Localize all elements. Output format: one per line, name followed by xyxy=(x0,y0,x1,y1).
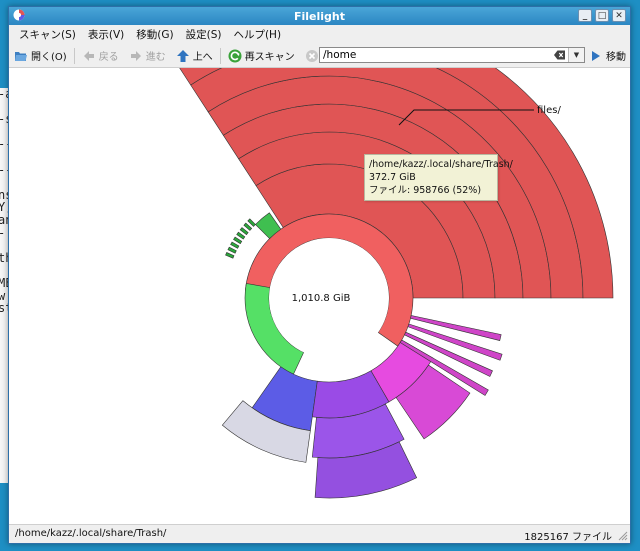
status-path: /home/kazz/.local/share/Trash/ xyxy=(15,528,167,539)
chevron-down-icon[interactable]: ▼ xyxy=(568,48,584,62)
maximize-button[interactable]: □ xyxy=(595,9,609,22)
magenta-spike-4[interactable] xyxy=(410,315,502,341)
green-fringe[interactable] xyxy=(247,218,256,227)
go-button[interactable]: 移動 xyxy=(589,48,626,63)
tooltip-path: /home/kazz/.local/share/Trash/ xyxy=(369,159,513,170)
menu-help[interactable]: ヘルプ(H) xyxy=(227,27,287,42)
go-arrow-icon xyxy=(592,50,600,61)
stop-icon xyxy=(305,49,318,62)
tooltip-size: 372.7 GiB xyxy=(369,172,416,183)
filelight-window: Filelight _ □ ✕ スキャン(S) 表示(V) 移動(G) 設定(S… xyxy=(8,6,631,544)
back-button[interactable]: 戻る xyxy=(77,46,124,66)
green-fringe[interactable] xyxy=(236,231,246,240)
status-file-count: 1825167 ファイル xyxy=(524,532,612,543)
green-fringe[interactable] xyxy=(239,227,249,236)
up-label: 上へ xyxy=(192,52,213,63)
arrow-left-icon xyxy=(83,50,94,61)
location-combobox[interactable]: ▼ xyxy=(319,47,585,63)
filelight-radial-map[interactable]: 1,010.8 GiB files/ xyxy=(9,68,630,526)
map-center-label: 1,010.8 GiB xyxy=(292,293,351,304)
green-fringe[interactable] xyxy=(243,222,253,231)
arrow-up-icon xyxy=(176,49,189,62)
clear-text-icon[interactable] xyxy=(554,50,565,60)
menu-scan[interactable]: スキャン(S) xyxy=(13,27,82,42)
menu-view[interactable]: 表示(V) xyxy=(82,27,130,42)
status-bar: /home/kazz/.local/share/Trash/ 1825167 フ… xyxy=(9,524,630,543)
toolbar-separator xyxy=(219,47,221,64)
location-input[interactable] xyxy=(320,48,553,62)
green-fringe[interactable] xyxy=(233,236,243,245)
toolbar: 開く(O) 戻る 進む 上へ 再スキャン /home ▼ 移動 xyxy=(9,44,630,68)
rescan-label: 再スキャン xyxy=(244,52,295,63)
tooltip: /home/kazz/.local/share/Trash/ 372.7 GiB… xyxy=(364,154,513,201)
forward-label: 進む xyxy=(145,52,166,63)
green-fringe[interactable] xyxy=(230,241,240,249)
up-button[interactable]: 上へ xyxy=(171,46,218,66)
green-fringe[interactable] xyxy=(225,252,235,259)
refresh-icon xyxy=(228,49,242,62)
close-button[interactable]: ✕ xyxy=(612,9,626,22)
menu-go[interactable]: 移動(G) xyxy=(130,27,179,42)
toolbar-separator xyxy=(73,47,75,64)
tooltip-files: ファイル: 958766 (52%) xyxy=(369,185,482,196)
folder-open-icon xyxy=(15,51,27,61)
map-segments xyxy=(179,68,614,499)
open-label: 開く(O) xyxy=(31,52,67,63)
arrow-right-icon xyxy=(130,50,141,61)
resize-grip-icon[interactable] xyxy=(618,531,628,541)
menu-bar: スキャン(S) 表示(V) 移動(G) 設定(S) ヘルプ(H) xyxy=(9,25,630,44)
go-label: 移動 xyxy=(606,52,626,63)
green-fringe[interactable] xyxy=(227,246,237,254)
title-bar[interactable]: Filelight _ □ ✕ xyxy=(9,7,630,25)
window-title: Filelight xyxy=(293,10,346,23)
forward-button[interactable]: 進む xyxy=(124,46,171,66)
open-button[interactable]: 開く(O) xyxy=(9,46,72,66)
back-label: 戻る xyxy=(98,52,119,63)
pointer-label: files/ xyxy=(537,105,561,116)
radial-map-area[interactable]: 1,010.8 GiB files/ /home/kazz/.local/sha… xyxy=(9,68,630,526)
rescan-button[interactable]: 再スキャン xyxy=(223,46,300,66)
minimize-button[interactable]: _ xyxy=(578,9,592,22)
menu-settings[interactable]: 設定(S) xyxy=(180,27,228,42)
